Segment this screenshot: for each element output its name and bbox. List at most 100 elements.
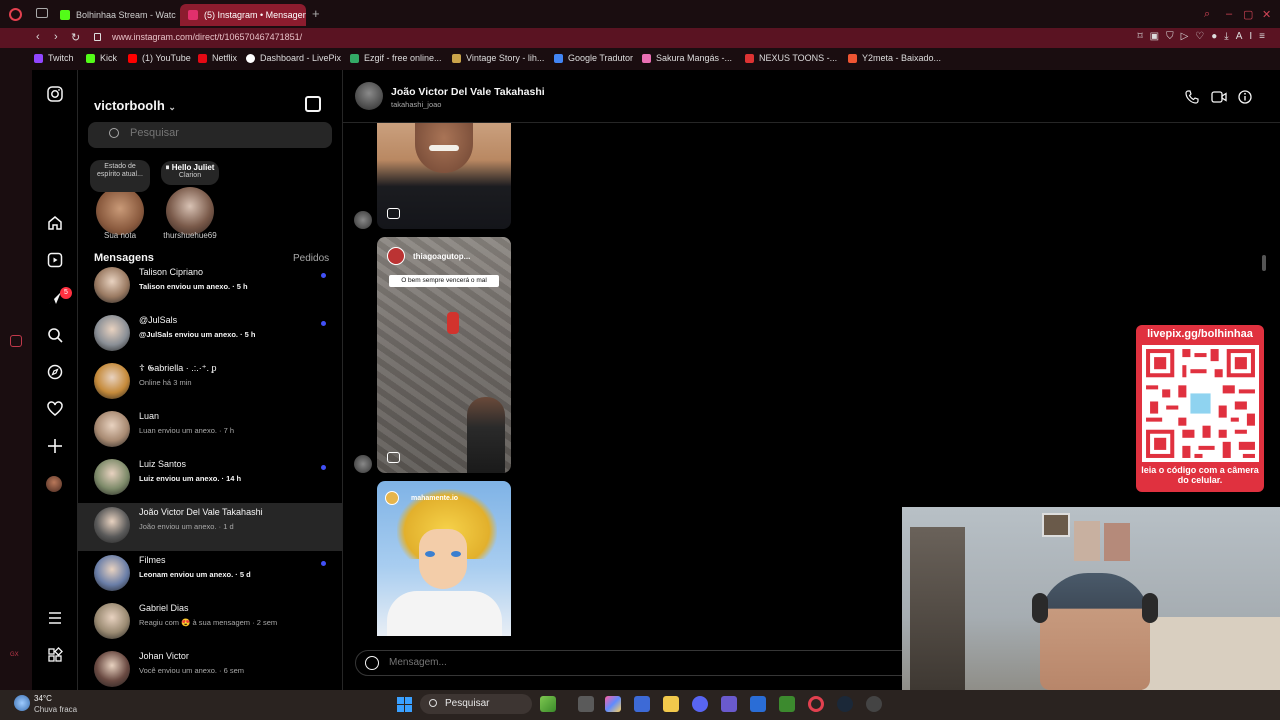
search-input[interactable] bbox=[130, 127, 320, 139]
conversation-row[interactable]: Filmes Leonam enviou um anexo. · 5 d bbox=[78, 551, 343, 599]
bookmark-livepix[interactable]: Dashboard - LivePix bbox=[246, 53, 341, 63]
download-icon[interactable]: ⤓ bbox=[1224, 31, 1235, 42]
taskbar-steam-icon[interactable] bbox=[837, 696, 853, 712]
conversation-row[interactable]: Talison Cipriano Talison enviou um anexo.… bbox=[78, 263, 343, 311]
snapshot-icon[interactable]: ▣ bbox=[1150, 31, 1166, 42]
tab-islands-icon[interactable] bbox=[36, 8, 48, 18]
friend-note-bubble[interactable]: ⏸ Hello Juliet Clarion bbox=[161, 161, 219, 185]
taskbar-discord-icon[interactable] bbox=[692, 696, 708, 712]
url-field[interactable]: www.instagram.com/direct/t/1065704674718… bbox=[112, 32, 302, 42]
audio-call-icon[interactable] bbox=[1185, 90, 1199, 104]
new-message-icon[interactable] bbox=[305, 96, 321, 112]
conversation-row[interactable]: João Victor Del Vale Takahashi João envio… bbox=[78, 503, 343, 551]
home-icon[interactable] bbox=[46, 215, 64, 233]
search-tabs-icon[interactable]: ⌕ bbox=[1204, 8, 1210, 21]
bookmark-google-tradutor[interactable]: Google Tradutor bbox=[554, 53, 633, 63]
taskbar-file-explorer-icon[interactable] bbox=[663, 696, 679, 712]
also-from-meta-icon[interactable] bbox=[46, 647, 64, 665]
bookmark-netflix[interactable]: Netflix bbox=[198, 53, 237, 63]
profile-avatar[interactable] bbox=[46, 476, 64, 494]
bookmark-youtube[interactable]: (1) YouTube bbox=[128, 53, 191, 63]
conversation-name: Luan bbox=[139, 411, 160, 421]
conversation-info-icon[interactable] bbox=[1238, 90, 1252, 104]
shield-icon[interactable]: ⛉ bbox=[1166, 31, 1181, 42]
notifications-heart-icon[interactable] bbox=[46, 401, 64, 419]
conversation-row[interactable]: Gabriel Dias Reagiu com 😍 à sua mensagem … bbox=[78, 599, 343, 647]
conversation-row[interactable]: ☦ 𝕲abriella · .:.·⁺. ᵱ Online há 3 min bbox=[78, 359, 343, 407]
taskbar-teams-icon[interactable] bbox=[721, 696, 737, 712]
unread-indicator bbox=[321, 321, 326, 326]
livepix-qr-code bbox=[1142, 345, 1259, 462]
shared-reel-2[interactable]: thiagoagutop... O bem sempre vencerá o m… bbox=[377, 237, 511, 473]
more-menu-icon[interactable] bbox=[46, 610, 64, 628]
reels-icon[interactable] bbox=[46, 252, 64, 270]
shared-reel-3[interactable]: mahamente.io bbox=[377, 481, 511, 636]
your-note-bubble[interactable]: Estado de espírito atual... bbox=[90, 160, 150, 192]
start-button[interactable] bbox=[397, 697, 412, 712]
create-plus-icon[interactable] bbox=[46, 438, 64, 456]
video-call-icon[interactable] bbox=[1211, 90, 1227, 104]
bookmark-nexus-toons[interactable]: NEXUS TOONS -... bbox=[745, 53, 837, 63]
conversation-row[interactable]: Johan Victor Você enviou um anexo. · 6 se… bbox=[78, 647, 343, 695]
message-input[interactable] bbox=[389, 657, 869, 668]
reel-author: mahamente.io bbox=[411, 495, 459, 502]
account-switcher[interactable]: victorboolh ⌄ bbox=[94, 98, 176, 113]
search-icon[interactable] bbox=[46, 327, 64, 345]
address-bar-actions[interactable]: ⌑▣⛉▷♡●⤓AI≡ bbox=[1137, 31, 1272, 42]
weather-icon[interactable] bbox=[14, 695, 30, 711]
taskbar-minecraft-icon[interactable] bbox=[779, 696, 795, 712]
forward-button[interactable]: › bbox=[54, 31, 58, 43]
heart-icon[interactable]: ♡ bbox=[1195, 31, 1211, 42]
bookmark-twitch[interactable]: Twitch bbox=[34, 53, 74, 63]
taskbar-app-icon[interactable] bbox=[750, 696, 766, 712]
chat-title[interactable]: João Victor Del Vale Takahashi bbox=[391, 86, 545, 98]
new-tab-button[interactable]: + bbox=[312, 6, 320, 21]
taskbar-obs-icon[interactable] bbox=[866, 696, 882, 712]
explore-icon[interactable] bbox=[46, 364, 64, 382]
bookmark-icon[interactable]: ⌑ bbox=[1137, 31, 1149, 42]
bookmark-kick[interactable]: Kick bbox=[86, 53, 117, 63]
minimize-button[interactable]: – bbox=[1226, 8, 1232, 20]
friend-note-avatar[interactable] bbox=[166, 187, 214, 235]
play-icon[interactable]: ▷ bbox=[1181, 31, 1196, 42]
opera-logo-icon[interactable] bbox=[9, 8, 22, 21]
search-field[interactable] bbox=[88, 122, 332, 148]
profile-avatar-icon[interactable]: ● bbox=[1211, 31, 1224, 42]
conversation-row[interactable]: @JulSals @JulSals enviou um anexo. · 5 h bbox=[78, 311, 343, 359]
menu-icon[interactable]: ≡ bbox=[1259, 31, 1272, 42]
emoji-icon[interactable] bbox=[365, 656, 379, 670]
sidebar-app-icon[interactable] bbox=[10, 335, 22, 347]
opera-sidebar: GX bbox=[0, 70, 32, 690]
bookmark-vintage-story[interactable]: Vintage Story - lih... bbox=[452, 53, 544, 63]
conversation-row[interactable]: Luan Luan enviou um anexo. · 7 h bbox=[78, 407, 343, 455]
taskbar-store-icon[interactable] bbox=[634, 696, 650, 712]
bookmark-sakura-mangas[interactable]: Sakura Mangás -... bbox=[642, 53, 732, 63]
reload-button[interactable]: ↻ bbox=[71, 31, 80, 44]
your-note-avatar[interactable] bbox=[96, 187, 144, 235]
sidebar-extension-icon[interactable]: GX bbox=[10, 652, 19, 658]
taskbar-search[interactable]: Pesquisar bbox=[420, 694, 532, 714]
reel-person bbox=[467, 397, 505, 473]
chat-scroll-thumb[interactable] bbox=[1262, 255, 1266, 271]
taskbar-app-widget-icon[interactable] bbox=[540, 696, 556, 712]
conversation-preview: Online há 3 min bbox=[139, 378, 192, 387]
back-button[interactable]: ‹ bbox=[36, 31, 40, 43]
message-composer[interactable] bbox=[355, 650, 915, 676]
tab-bolhinhaa-stream[interactable]: Bolhinhaa Stream - Watch bbox=[52, 4, 176, 26]
close-window-button[interactable]: ✕ bbox=[1262, 8, 1271, 21]
taskbar-task-view-icon[interactable] bbox=[578, 696, 594, 712]
bookmark-y2meta[interactable]: Y2meta - Baixado... bbox=[848, 53, 941, 63]
taskbar-copilot-icon[interactable] bbox=[605, 696, 621, 712]
ai-button[interactable]: AI bbox=[1236, 31, 1259, 42]
weather-description[interactable]: Chuva fraca bbox=[34, 705, 77, 714]
conversation-row[interactable]: Luiz Santos Luiz enviou um anexo. · 14 h bbox=[78, 455, 343, 503]
maximize-button[interactable]: ▢ bbox=[1243, 8, 1253, 21]
tab-instagram-messages[interactable]: (5) Instagram • Mensagens bbox=[180, 4, 306, 26]
conversation-name: Gabriel Dias bbox=[139, 603, 189, 613]
lock-icon[interactable] bbox=[94, 33, 101, 41]
chat-avatar[interactable] bbox=[355, 82, 383, 110]
taskbar-opera-icon[interactable] bbox=[808, 696, 824, 712]
weather-temperature[interactable]: 34°C bbox=[34, 694, 52, 703]
instagram-logo-icon[interactable] bbox=[46, 86, 64, 104]
bookmark-ezgif[interactable]: Ezgif - free online... bbox=[350, 53, 442, 63]
